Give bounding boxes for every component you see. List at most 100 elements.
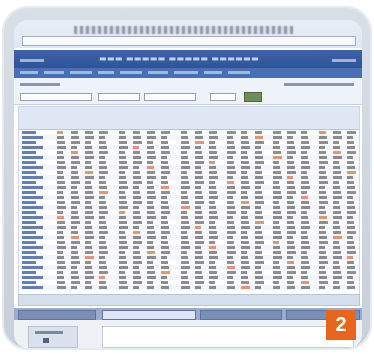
row-label[interactable]: [22, 251, 36, 254]
row-label[interactable]: [22, 246, 43, 249]
table-cell: [181, 236, 188, 239]
table-cell: [195, 216, 203, 219]
table-cell: [71, 181, 80, 184]
row-label[interactable]: [22, 186, 43, 189]
row-label[interactable]: [22, 206, 43, 209]
row-label[interactable]: [22, 221, 36, 224]
row-label[interactable]: [22, 146, 43, 149]
row-label[interactable]: [22, 156, 43, 159]
range-field[interactable]: [210, 93, 236, 101]
table-cell: [319, 281, 328, 284]
row-label[interactable]: [22, 171, 36, 174]
row-label[interactable]: [22, 166, 43, 169]
table-cell: [287, 261, 294, 264]
table-cell: [273, 251, 281, 254]
menu-item[interactable]: [44, 71, 64, 74]
type-select[interactable]: [98, 93, 140, 101]
table-cell: [161, 216, 167, 219]
table-cell: [301, 241, 309, 244]
table-cell: [119, 146, 128, 149]
table-cell: [71, 156, 79, 159]
table-cell: [287, 166, 295, 169]
row-label[interactable]: [22, 136, 43, 139]
table-cell: [227, 286, 235, 289]
table-cell: [347, 226, 355, 229]
table-cell: [195, 271, 202, 274]
row-label[interactable]: [22, 256, 43, 259]
row-label[interactable]: [22, 276, 43, 279]
table-cell: [347, 211, 356, 214]
table-cell: [319, 251, 326, 254]
table-cell: [301, 261, 309, 264]
row-label[interactable]: [22, 281, 36, 284]
row-label[interactable]: [22, 286, 43, 289]
table-cell: [99, 186, 107, 189]
row-label[interactable]: [22, 151, 36, 154]
table-cell: [209, 176, 218, 179]
row-label[interactable]: [22, 196, 43, 199]
menu-item[interactable]: [20, 71, 38, 74]
table-cell: [181, 211, 187, 214]
row-label[interactable]: [22, 191, 36, 194]
table-cell: [255, 216, 263, 219]
date-field[interactable]: [144, 93, 196, 101]
row-label[interactable]: [22, 226, 43, 229]
row-label[interactable]: [22, 131, 36, 134]
table-cell: [161, 246, 169, 249]
row-label[interactable]: [22, 176, 43, 179]
table-cell: [301, 286, 310, 289]
apply-button[interactable]: [244, 92, 262, 102]
table-cell: [227, 206, 235, 209]
table-cell: [71, 281, 80, 284]
table-cell: [319, 201, 328, 204]
row-label[interactable]: [22, 266, 43, 269]
menu-item[interactable]: [204, 71, 222, 74]
row-label[interactable]: [22, 161, 36, 164]
table-cell: [161, 146, 169, 149]
table-cell: [287, 201, 294, 204]
tab-1[interactable]: [18, 310, 96, 320]
period-select[interactable]: [20, 93, 92, 101]
menu-item[interactable]: [174, 71, 198, 74]
table-cell: [227, 181, 234, 184]
table-cell: [273, 221, 279, 224]
row-label[interactable]: [22, 201, 36, 204]
menu-item[interactable]: [148, 71, 168, 74]
table-cell: [319, 131, 326, 134]
table-cell: [347, 276, 353, 279]
browser-screen: ▬▬▬ ▬▬▬▬▬ ▬▬▬▬▬ ▬▬▬▬▬▬: [14, 20, 362, 348]
table-cell: [255, 191, 262, 194]
row-label[interactable]: [22, 271, 36, 274]
menu-item[interactable]: [228, 71, 250, 74]
table-cell: [99, 256, 105, 259]
table-cell: [147, 256, 156, 259]
row-label[interactable]: [22, 231, 36, 234]
table-cell: [71, 256, 79, 259]
table-cell: [85, 246, 92, 249]
table-cell: [195, 146, 201, 149]
row-label[interactable]: [22, 241, 36, 244]
row-label[interactable]: [22, 236, 43, 239]
tab-2[interactable]: [102, 310, 196, 320]
table-cell: [333, 226, 340, 229]
table-cell: [333, 191, 341, 194]
table-cell: [99, 191, 108, 194]
menu-item[interactable]: [98, 71, 114, 74]
menu-item[interactable]: [120, 71, 142, 74]
row-label[interactable]: [22, 261, 36, 264]
table-cell: [181, 136, 188, 139]
menu-item[interactable]: [70, 71, 92, 74]
row-label[interactable]: [22, 181, 36, 184]
table-cell: [161, 281, 168, 284]
row-label[interactable]: [22, 211, 36, 214]
table-row[interactable]: [19, 285, 359, 290]
row-label[interactable]: [22, 216, 43, 219]
address-bar[interactable]: [22, 36, 356, 46]
table-cell: [287, 146, 295, 149]
row-label[interactable]: [22, 141, 36, 144]
table-cell: [161, 201, 168, 204]
table-cell: [57, 261, 65, 264]
table-cell: [119, 276, 126, 279]
tab-3[interactable]: [200, 310, 282, 320]
table-cell: [133, 201, 142, 204]
